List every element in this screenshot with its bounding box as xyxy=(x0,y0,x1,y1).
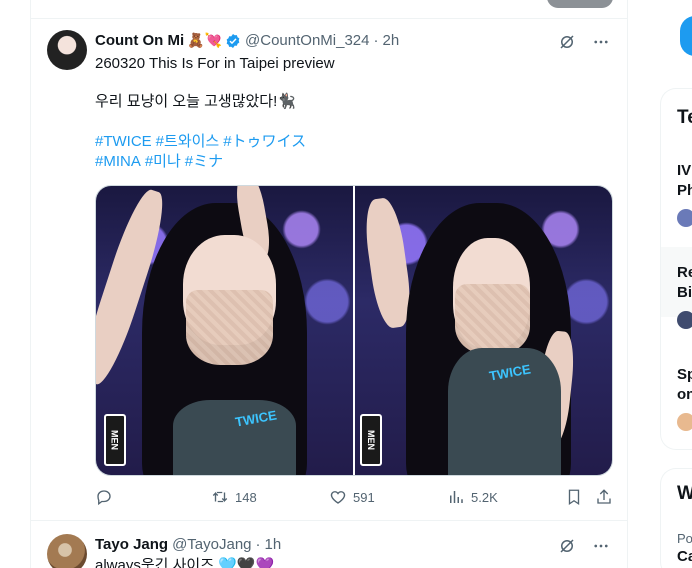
heart-icon xyxy=(330,491,346,504)
hashtag-link[interactable]: #미나 xyxy=(145,153,181,170)
who-to-follow-card: W Po Ca xyxy=(660,468,692,568)
like-button[interactable]: 591 xyxy=(329,488,375,506)
media-photo[interactable]: TWICE MEN xyxy=(355,186,612,475)
tweet-action-bar: 148 591 5.2K xyxy=(95,488,613,510)
more-options-icon[interactable] xyxy=(591,536,611,556)
hashtag-row-2: #MINA #미나 #ミナ xyxy=(95,152,227,172)
right-sidebar: Te IV Ph Re Bi Sp on W Po Ca xyxy=(660,0,692,568)
broadcast-logo: MEN xyxy=(103,414,126,467)
trend-avatar xyxy=(677,413,692,431)
timestamp[interactable]: 1h xyxy=(265,536,282,553)
trend-title-line-1[interactable]: IV xyxy=(677,161,691,181)
handle[interactable]: @CountOnMi_324 xyxy=(245,32,369,49)
trend-title-line-1[interactable]: Sp xyxy=(677,365,692,385)
hashtag-link[interactable]: #MINA xyxy=(95,153,141,170)
tweet-header: Count On Mi 🧸💘 @CountOnMi_324 · 2h xyxy=(95,32,399,49)
post-button[interactable] xyxy=(680,16,692,56)
views-button[interactable]: 5.2K xyxy=(447,488,498,506)
media-grid: TWICE MEN TWICE MEN xyxy=(95,185,613,476)
timestamp[interactable]: 2h xyxy=(383,32,400,49)
photo-figure-mask xyxy=(185,290,274,366)
hashtag-link[interactable]: #ミナ xyxy=(185,153,223,170)
avatar[interactable] xyxy=(47,534,87,568)
retweet-count: 148 xyxy=(235,489,257,505)
trend-title-line-1[interactable]: Re xyxy=(677,263,692,283)
hashtag-link[interactable]: #TWICE xyxy=(95,133,152,150)
trend-avatar xyxy=(677,209,692,227)
broadcast-logo: MEN xyxy=(360,414,383,467)
retweet-icon xyxy=(212,491,228,503)
tweet-header: Tayo Jang @TayoJang · 1h xyxy=(95,536,281,553)
grok-icon[interactable] xyxy=(557,536,577,556)
share-icon xyxy=(597,489,611,504)
separator-dot: · xyxy=(373,32,379,49)
name-emojis: 🧸💘 xyxy=(187,32,223,48)
share-button[interactable] xyxy=(595,488,613,506)
retweet-button[interactable]: 148 xyxy=(211,488,257,506)
hashtag-link[interactable]: #트와이스 xyxy=(156,133,220,150)
avatar[interactable] xyxy=(47,30,87,70)
bookmark-icon xyxy=(568,489,580,506)
tweet-text-line-1: 260320 This Is For in Taipei preview xyxy=(95,55,335,72)
handle[interactable]: @TayoJang xyxy=(172,536,251,553)
photo-figure-mask xyxy=(455,284,530,354)
tweet-top-actions xyxy=(557,32,611,52)
suggested-account-name[interactable]: Ca xyxy=(677,547,692,567)
views-count: 5.2K xyxy=(471,489,498,505)
scroll-indicator-pill[interactable] xyxy=(547,0,613,8)
separator-dot: · xyxy=(255,536,261,553)
like-count: 591 xyxy=(353,489,375,505)
verified-badge-icon xyxy=(226,33,240,48)
reply-button[interactable] xyxy=(95,488,119,506)
trend-avatar xyxy=(677,311,692,329)
tweet-top-actions xyxy=(557,536,611,556)
timeline: Count On Mi 🧸💘 @CountOnMi_324 · 2h 26032… xyxy=(30,0,628,568)
trend-title-line-2[interactable]: Bi xyxy=(677,283,692,303)
trends-card: Te IV Ph Re Bi Sp on xyxy=(660,88,692,450)
tweet-text-line-2: 우리 묘냥이 오늘 고생많았다!🐈‍⬛ xyxy=(95,93,296,110)
tweet[interactable]: Tayo Jang @TayoJang · 1h always웃긴 사이즈 🩵🖤… xyxy=(31,520,627,568)
grok-icon[interactable] xyxy=(557,32,577,52)
bookmark-button[interactable] xyxy=(565,488,583,506)
trend-title-line-2[interactable]: Ph xyxy=(677,181,692,201)
media-photo[interactable]: TWICE MEN xyxy=(96,186,353,475)
tweet-text-line-1: always웃긴 사이즈 🩵🖤💜 xyxy=(95,557,275,568)
photo-figure-shirt xyxy=(173,399,297,475)
more-options-icon[interactable] xyxy=(591,32,611,52)
analytics-icon xyxy=(450,491,463,503)
display-name[interactable]: Tayo Jang xyxy=(95,536,168,553)
trend-title-line-2[interactable]: on xyxy=(677,385,692,405)
hashtag-link[interactable]: #トゥワイス xyxy=(223,133,306,150)
hashtag-row-1: #TWICE #트와이스 #トゥワイス xyxy=(95,132,310,152)
display-name[interactable]: Count On Mi xyxy=(95,32,184,49)
card-title: W xyxy=(677,483,692,505)
card-title: Te xyxy=(677,107,692,128)
card-subtext: Po xyxy=(677,531,692,546)
reply-icon xyxy=(97,490,111,506)
